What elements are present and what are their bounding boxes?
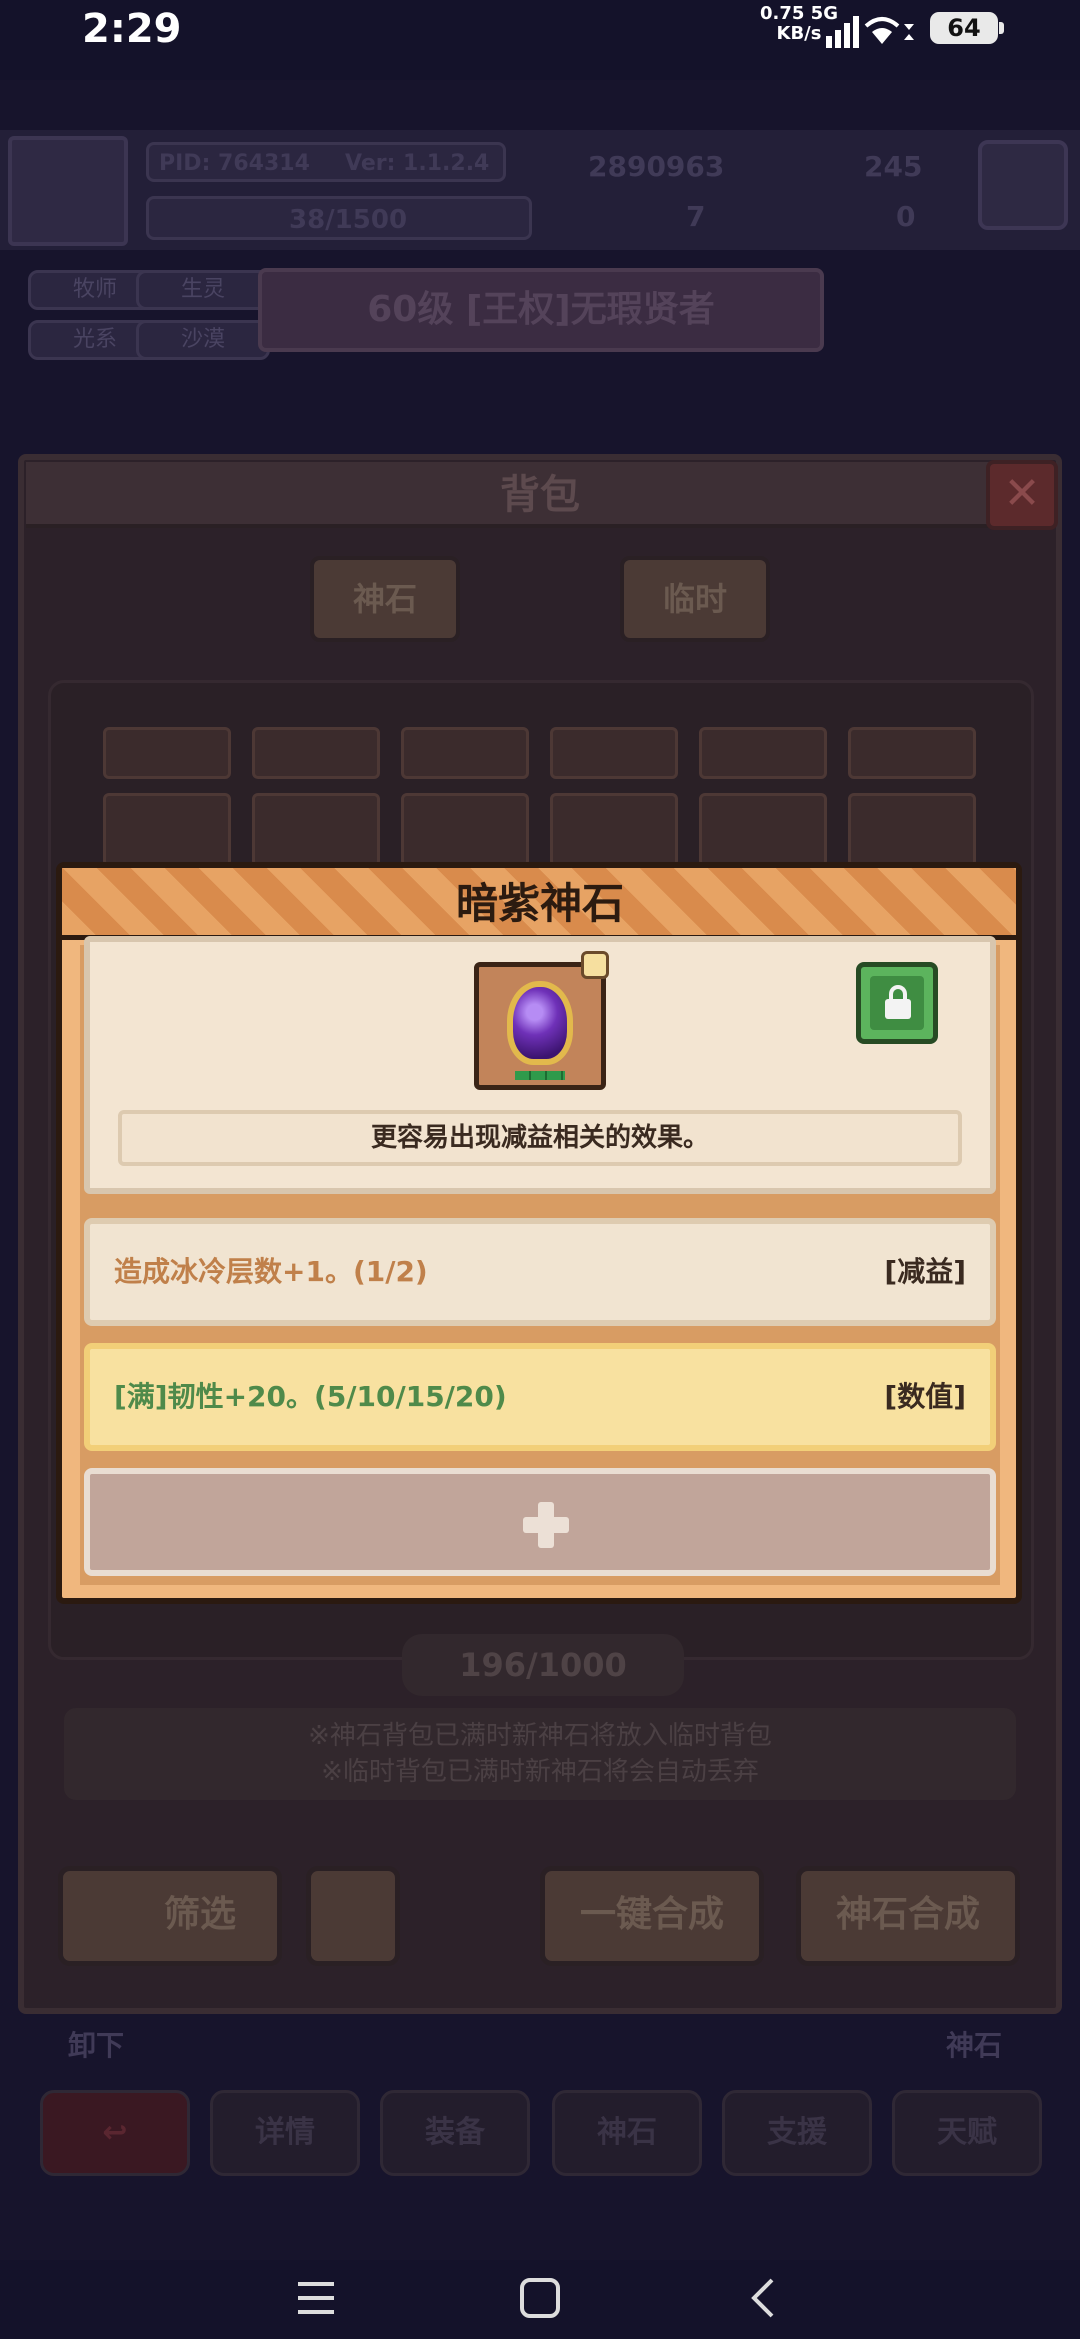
add-effect-slot[interactable]	[84, 1468, 996, 1576]
id-bar: PID: 764314 Ver: 1.1.2.4	[146, 142, 506, 182]
stone-label: 神石	[946, 2029, 1003, 2062]
settings-gear-icon[interactable]	[978, 140, 1068, 230]
back-nav-icon[interactable]	[748, 2276, 778, 2320]
plus-icon	[523, 1502, 569, 1548]
home-icon[interactable]	[518, 2276, 562, 2320]
effect-text: [满]韧性+20。(5/10/15/20)	[114, 1380, 507, 1413]
tab-temporary[interactable]: 临时	[620, 556, 770, 642]
status-time: 2:29	[82, 6, 182, 52]
stone-count: 196/1000	[402, 1634, 684, 1696]
signal-wifi-icon	[826, 16, 914, 48]
filter-button[interactable]: 筛选	[58, 1866, 282, 1966]
backpack-title: 背包	[500, 472, 580, 518]
gem-description: 更容易出现减益相关的效果。	[118, 1110, 962, 1166]
race-tag: 生灵	[136, 270, 270, 310]
version-text: Ver: 1.1.2.4	[345, 151, 490, 176]
battery-indicator: 64	[930, 12, 1004, 44]
bottom-nav: ↩ 详情 装备 神石 支援 天赋	[0, 2090, 1080, 2186]
status-bar: 2:29 0.75 5G KB/s 64	[0, 0, 1080, 80]
exp-bar: 38/1500	[146, 196, 532, 240]
nav-details[interactable]: 详情	[210, 2090, 360, 2176]
backpack-notes: ※神石背包已满时新神石将放入临时背包 ※临时背包已满时新神石将会自动丢弃	[64, 1708, 1016, 1800]
stone-slot[interactable]	[252, 793, 380, 867]
boots-amount: 0	[896, 200, 916, 233]
lock-icon	[885, 999, 911, 1019]
filter-label: 筛选	[163, 1894, 236, 1935]
refresh-icon[interactable]	[306, 1866, 400, 1966]
exp-text: 38/1500	[289, 205, 408, 235]
player-title: 60级 [王权]无瑕贤者	[258, 268, 824, 352]
stone-slot[interactable]	[252, 727, 380, 779]
effect-text: 造成冰冷层数+1。(1/2)	[114, 1255, 428, 1288]
effect-row[interactable]: 造成冰冷层数+1。(1/2) [减益]	[84, 1218, 996, 1326]
nav-stones[interactable]: 神石	[552, 2090, 702, 2176]
clover-amount: 7	[686, 200, 706, 233]
stone-slot[interactable]	[699, 793, 827, 867]
effect-row[interactable]: [满]韧性+20。(5/10/15/20) [数值]	[84, 1343, 996, 1451]
close-icon[interactable]: ✕	[986, 460, 1058, 530]
nav-equipment[interactable]: 装备	[380, 2090, 530, 2176]
back-button[interactable]: ↩	[40, 2090, 190, 2176]
lock-button[interactable]	[856, 962, 938, 1044]
stone-slot[interactable]	[848, 793, 976, 867]
stone-slot[interactable]	[401, 793, 529, 867]
gem-level-bar	[515, 1071, 565, 1080]
note-line: ※临时背包已满时新神石将会自动丢弃	[321, 1757, 759, 1787]
stone-slot[interactable]	[699, 727, 827, 779]
one-click-merge-button[interactable]: 一键合成	[540, 1866, 764, 1966]
stone-slot[interactable]	[848, 727, 976, 779]
pid-text: PID: 764314	[159, 151, 310, 176]
gold-amount: 2890963	[588, 150, 725, 183]
gem-amount: 245	[864, 150, 923, 183]
game-screen: 2:29 0.75 5G KB/s 64 PID: 764314 Ver: 1.…	[0, 0, 1080, 2339]
stone-merge-button[interactable]: 神石合成	[796, 1866, 1020, 1966]
stone-slot[interactable]	[401, 727, 529, 779]
avatar[interactable]	[8, 136, 128, 246]
stone-slot[interactable]	[550, 727, 678, 779]
system-nav-bar	[0, 2260, 1080, 2339]
effect-tag: [减益]	[884, 1255, 966, 1288]
tab-stones[interactable]: 神石	[310, 556, 460, 642]
effect-tag: [数值]	[884, 1380, 966, 1413]
stone-slot[interactable]	[103, 727, 231, 779]
gem-shape	[507, 981, 573, 1065]
region-tag: 沙漠	[136, 320, 270, 360]
nav-talent[interactable]: 天赋	[892, 2090, 1042, 2176]
stone-slot[interactable]	[550, 793, 678, 867]
note-line: ※神石背包已满时新神石将放入临时背包	[308, 1721, 772, 1751]
recent-apps-icon[interactable]	[296, 2278, 336, 2318]
stone-slot[interactable]	[103, 793, 231, 867]
gem-title: 暗紫神石	[455, 879, 624, 928]
nav-support[interactable]: 支援	[722, 2090, 872, 2176]
gem-lock-badge-icon	[581, 951, 609, 979]
unequip-label: 卸下	[68, 2029, 125, 2062]
purple-gem-icon	[474, 951, 609, 1090]
